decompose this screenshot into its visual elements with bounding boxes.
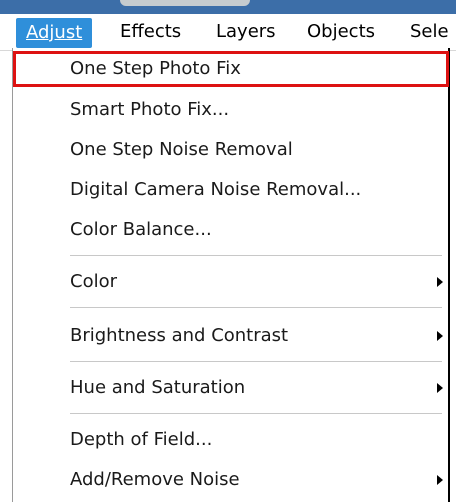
menu-layers-label: Layers <box>216 21 276 42</box>
menu-item-depth-of-field[interactable]: Depth of Field... <box>13 422 449 458</box>
menu-item-label: Color Balance... <box>70 219 212 240</box>
menu-item-label: Color <box>70 271 117 292</box>
menu-layers[interactable]: Layers <box>216 14 276 50</box>
chevron-right-icon <box>437 277 443 287</box>
menu-item-label: Hue and Saturation <box>70 377 246 398</box>
menu-item-label: Brightness and Contrast <box>70 325 289 346</box>
menu-separator <box>70 361 442 362</box>
chevron-right-icon <box>437 383 443 393</box>
title-area-decoration <box>120 0 250 6</box>
chevron-right-icon <box>437 475 443 485</box>
menu-selections-label: Sele <box>410 21 449 42</box>
menu-separator <box>70 307 442 308</box>
adjust-dropdown-menu: One Step Photo Fix Smart Photo Fix... On… <box>12 48 450 502</box>
menu-bar: Adjust Effects Layers Objects Sele <box>0 14 456 51</box>
menu-selections[interactable]: Sele <box>410 14 449 50</box>
menu-item-add-remove-noise[interactable]: Add/Remove Noise <box>13 462 449 498</box>
menu-adjust-mnemonic: Adjust <box>26 22 83 43</box>
menu-item-one-step-noise-removal[interactable]: One Step Noise Removal <box>13 132 449 168</box>
menu-effects-label: Effects <box>120 21 182 42</box>
menu-item-label: Smart Photo Fix... <box>70 99 230 120</box>
menu-adjust[interactable]: Adjust <box>16 18 93 48</box>
chevron-right-icon <box>437 331 443 341</box>
menu-separator <box>70 413 442 414</box>
menu-item-color[interactable]: Color <box>13 264 449 300</box>
menu-item-label: Add/Remove Noise <box>70 469 240 490</box>
window-title-strip <box>0 0 456 14</box>
menu-item-hue-and-saturation[interactable]: Hue and Saturation <box>13 370 449 406</box>
menu-objects[interactable]: Objects <box>307 14 375 50</box>
menu-effects[interactable]: Effects <box>120 14 181 50</box>
menu-item-digital-camera-noise-removal[interactable]: Digital Camera Noise Removal... <box>13 172 449 208</box>
menu-objects-label: Objects <box>307 21 376 42</box>
menu-item-label: One Step Photo Fix <box>70 58 241 79</box>
menu-item-brightness-and-contrast[interactable]: Brightness and Contrast <box>13 318 449 354</box>
menu-separator <box>70 255 442 256</box>
menu-item-label: Digital Camera Noise Removal... <box>70 179 362 200</box>
menu-item-smart-photo-fix[interactable]: Smart Photo Fix... <box>13 92 449 128</box>
menu-item-color-balance[interactable]: Color Balance... <box>13 212 449 248</box>
menu-item-label: Depth of Field... <box>70 429 213 450</box>
menu-item-label: One Step Noise Removal <box>70 139 293 160</box>
menu-item-one-step-photo-fix[interactable]: One Step Photo Fix <box>13 51 449 87</box>
